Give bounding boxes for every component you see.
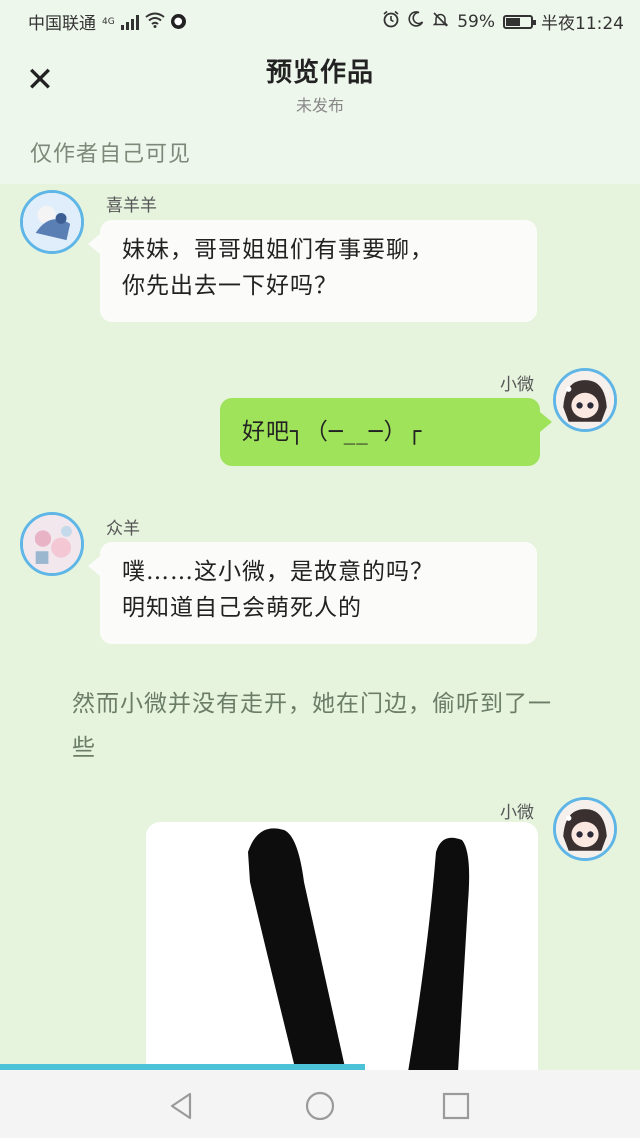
sender-name: 喜羊羊 [106,196,157,216]
image-message[interactable] [146,822,538,1082]
publish-status: 未发布 [295,96,344,115]
avatar-xiyangyang[interactable] [20,190,84,254]
battery-icon [503,14,536,29]
battery-level [506,17,520,26]
battery-percent: 59% [457,11,495,32]
message-bubble: 噗……这小微，是故意的吗？ 明知道自己会萌死人的 [88,542,537,644]
signal-icon [120,14,139,30]
system-nav-bar [0,1070,640,1138]
back-triangle-icon[interactable] [164,1088,200,1124]
moon-icon [408,11,424,32]
avatar-xiaowei[interactable] [553,797,617,861]
bunny-ears-image [248,828,470,1072]
clock-time: 半夜11:24 [541,14,624,34]
page-title: 预览作品 [265,58,374,88]
message-bubble-self: 好吧┐（─__─）┌ [220,398,552,466]
network-type: 4G [102,16,115,27]
paw-app-icon: ● [170,14,186,29]
status-bar: 中国联通 4G ● 59% 半夜11:24 [0,0,640,42]
sender-name: 小微 [500,803,534,823]
narration-text: 然而小微并没有走开，她在门边，偷听到了一些 [72,691,552,761]
carrier-label: 中国联通 [28,14,96,34]
home-circle-icon[interactable] [302,1088,338,1124]
avatar-xiaowei[interactable] [553,368,617,432]
avatar-zhongyang[interactable] [20,512,84,576]
recents-square-icon[interactable] [438,1088,474,1124]
wifi-icon [145,12,165,32]
mute-bell-icon [432,11,449,33]
sender-name: 小微 [500,375,534,395]
alarm-icon [382,10,400,33]
message-bubble: 妹妹，哥哥姐姐们有事要聊， 你先出去一下好吗？ [88,220,537,322]
sender-name: 众羊 [106,519,140,539]
visibility-notice: 仅作者自己可见 [30,142,192,167]
